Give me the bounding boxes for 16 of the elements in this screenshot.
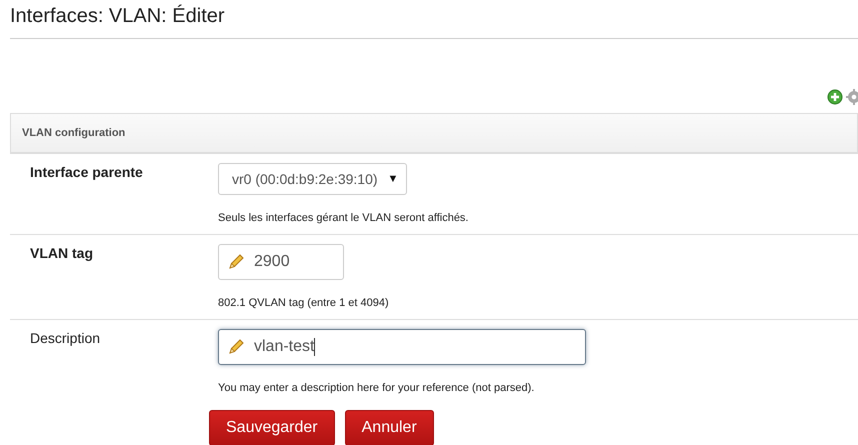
help-text: Seuls les interfaces gérant le VLAN seront affichés. xyxy=(218,212,468,224)
help-text: 802.1 QVLAN tag (entre 1 et 4094) xyxy=(218,297,389,309)
input-field[interactable]: vlan-test xyxy=(218,329,586,365)
page-title: Interfaces: VLAN: Éditer xyxy=(10,0,858,39)
field-label: Interface parente xyxy=(30,163,144,182)
input-field[interactable]: 2900 xyxy=(218,244,344,280)
pencil-icon xyxy=(227,253,245,271)
pencil-icon xyxy=(227,338,245,356)
action-button[interactable]: Sauvegarder xyxy=(209,410,335,445)
field-label: Description xyxy=(30,329,102,348)
section-title: VLAN configuration xyxy=(22,127,126,139)
add-icon[interactable] xyxy=(827,89,843,105)
field-label: VLAN tag xyxy=(30,244,94,263)
action-button[interactable]: Annuler xyxy=(344,410,434,445)
help-text: You may enter a description here for your reference (not parsed). xyxy=(218,382,534,394)
select-dropdown[interactable]: vr0 (00:0d:b9:2e:39:10) ▼ xyxy=(218,163,408,195)
